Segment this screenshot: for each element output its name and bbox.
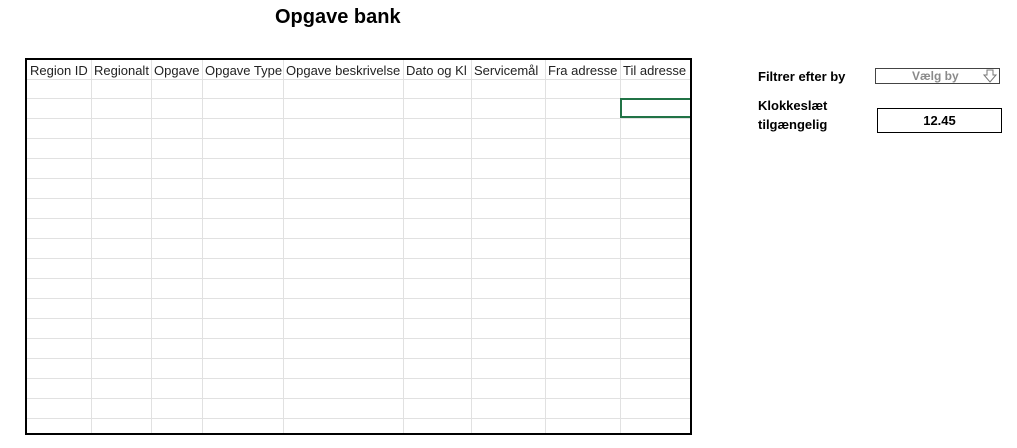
table-row <box>27 318 690 339</box>
table-row <box>27 378 690 399</box>
table-row <box>27 338 690 359</box>
table-row <box>27 258 690 279</box>
table-row <box>27 218 690 239</box>
filter-label: Filtrer efter by <box>758 69 846 84</box>
table-row <box>27 158 690 179</box>
table-row <box>27 358 690 379</box>
table-row <box>27 278 690 299</box>
header-dato-og-klokkeslaet[interactable]: Dato og Kl <box>403 61 471 81</box>
time-label-line1: Klokkeslæt <box>758 98 828 113</box>
table-row <box>27 178 690 199</box>
down-arrow-icon[interactable] <box>982 69 998 83</box>
table-row <box>27 98 690 119</box>
header-fra-adresse[interactable]: Fra adresse <box>545 61 620 81</box>
available-time-field[interactable]: 12.45 <box>877 108 1002 133</box>
header-til-adresse[interactable]: Til adresse <box>620 61 690 81</box>
city-filter-value: Vælg by <box>912 69 959 83</box>
header-servicemaal[interactable]: Servicemål <box>471 61 545 81</box>
page-title: Opgave bank <box>275 6 401 28</box>
header-regionalt[interactable]: Regionalt <box>91 61 151 81</box>
header-opgave-type[interactable]: Opgave Type <box>202 61 283 81</box>
table-row <box>27 198 690 219</box>
table-row <box>27 79 690 99</box>
header-opgave[interactable]: Opgave <box>151 61 202 81</box>
table-row <box>27 398 690 419</box>
table-row <box>27 298 690 319</box>
table-row <box>27 138 690 159</box>
city-filter-dropdown[interactable]: Vælg by <box>875 68 1000 84</box>
selected-cell[interactable] <box>620 98 690 118</box>
time-label-line2: tilgængelig <box>758 117 828 132</box>
table-row <box>27 238 690 259</box>
table-row <box>27 118 690 139</box>
header-opgave-beskrivelse[interactable]: Opgave beskrivelse <box>283 61 403 81</box>
task-table: Region ID Regionalt Opgave Opgave Type O… <box>25 58 692 435</box>
header-region-id[interactable]: Region ID <box>27 61 91 81</box>
